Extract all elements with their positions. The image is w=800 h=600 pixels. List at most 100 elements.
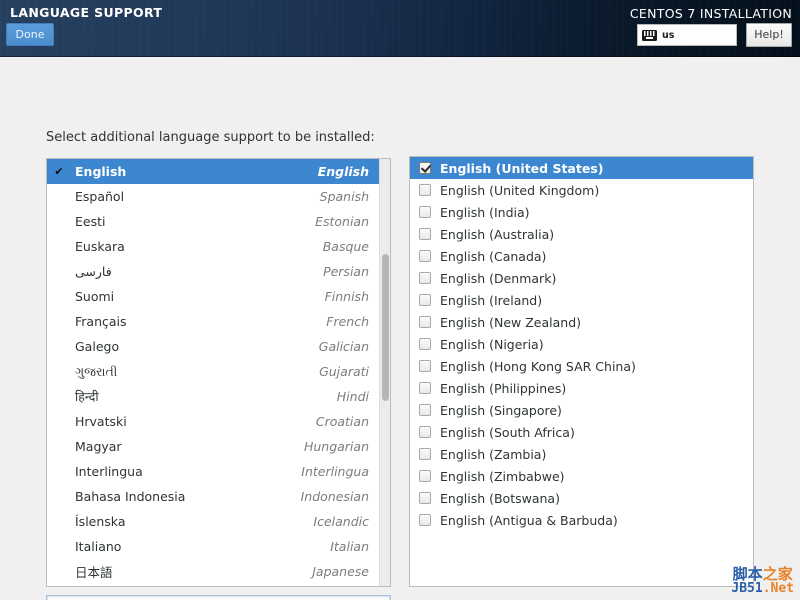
locale-label: English (Botswana) bbox=[440, 490, 560, 506]
language-native-name: Español bbox=[75, 189, 125, 204]
locale-label: English (South Africa) bbox=[440, 424, 575, 440]
language-english-name: Italian bbox=[330, 539, 369, 554]
language-row[interactable]: EspañolSpanish❯ bbox=[47, 184, 390, 209]
locale-checkbox[interactable] bbox=[419, 316, 431, 328]
locale-list[interactable]: English (United States) English (United K… bbox=[410, 157, 753, 531]
language-english-name: English bbox=[317, 164, 369, 179]
locale-checkbox[interactable] bbox=[419, 272, 431, 284]
done-button[interactable]: Done bbox=[6, 23, 54, 46]
locale-row[interactable]: English (United States) bbox=[410, 157, 753, 179]
locale-checkbox[interactable] bbox=[419, 250, 431, 262]
locale-row[interactable]: English (United Kingdom) bbox=[410, 179, 753, 201]
watermark-domain-name: JB51 bbox=[731, 580, 763, 596]
locale-checkbox[interactable] bbox=[419, 338, 431, 350]
locale-row[interactable]: English (Zimbabwe) bbox=[410, 465, 753, 487]
locale-row[interactable]: English (India) bbox=[410, 201, 753, 223]
locale-label: English (Zimbabwe) bbox=[440, 468, 565, 484]
language-row[interactable]: 日本語Japanese❯ bbox=[47, 559, 390, 584]
language-native-name: Magyar bbox=[75, 439, 122, 454]
locale-label: English (India) bbox=[440, 204, 530, 220]
language-list[interactable]: ✔EnglishEnglish❯EspañolSpanish❯EestiEsto… bbox=[47, 159, 390, 584]
language-row[interactable]: HrvatskiCroatian❯ bbox=[47, 409, 390, 434]
language-native-name: ગુજરાતી bbox=[75, 363, 118, 379]
language-list-scrollbar[interactable] bbox=[379, 159, 390, 586]
language-native-name: Bahasa Indonesia bbox=[75, 489, 186, 504]
language-native-name: 日本語 bbox=[75, 565, 113, 580]
locale-checkbox[interactable] bbox=[419, 426, 431, 438]
locale-checkbox[interactable] bbox=[419, 294, 431, 306]
locale-label: English (Zambia) bbox=[440, 446, 547, 462]
locale-row[interactable]: English (Zambia) bbox=[410, 443, 753, 465]
locale-checkbox[interactable] bbox=[419, 470, 431, 482]
locale-checkbox[interactable] bbox=[419, 206, 431, 218]
language-row[interactable]: InterlinguaInterlingua❯ bbox=[47, 459, 390, 484]
language-row[interactable]: ગુજરાતીGujarati❯ bbox=[47, 359, 390, 384]
locale-row[interactable]: English (Hong Kong SAR China) bbox=[410, 355, 753, 377]
locale-label: English (Ireland) bbox=[440, 292, 543, 308]
language-native-name: English bbox=[75, 164, 127, 179]
keyboard-layout-indicator[interactable]: us bbox=[637, 24, 737, 46]
scrollbar-thumb[interactable] bbox=[382, 254, 389, 401]
locale-label: English (Nigeria) bbox=[440, 336, 544, 352]
locale-row[interactable]: English (Philippines) bbox=[410, 377, 753, 399]
language-native-name: हिन्दी bbox=[75, 389, 99, 404]
locale-checkbox[interactable] bbox=[419, 184, 431, 196]
locale-checkbox[interactable] bbox=[419, 228, 431, 240]
watermark-domain-tld: .Net bbox=[762, 580, 794, 596]
locale-label: English (Canada) bbox=[440, 248, 547, 264]
page-title: LANGUAGE SUPPORT bbox=[10, 5, 163, 20]
language-row[interactable]: فارسیPersian❯ bbox=[47, 259, 390, 284]
locale-row[interactable]: English (New Zealand) bbox=[410, 311, 753, 333]
locale-row[interactable]: English (South Africa) bbox=[410, 421, 753, 443]
locale-label: English (Hong Kong SAR China) bbox=[440, 358, 636, 374]
main-content: Select additional language support to be… bbox=[0, 57, 800, 600]
language-native-name: Galego bbox=[75, 339, 120, 354]
locale-label: English (Singapore) bbox=[440, 402, 562, 418]
language-native-name: Italiano bbox=[75, 539, 122, 554]
language-row[interactable]: EuskaraBasque❯ bbox=[47, 234, 390, 259]
language-english-name: Indonesian bbox=[300, 489, 369, 504]
language-english-name: Gujarati bbox=[319, 364, 369, 379]
language-row[interactable]: ÍslenskaIcelandic❯ bbox=[47, 509, 390, 534]
locale-label: English (United Kingdom) bbox=[440, 182, 600, 198]
locale-row[interactable]: English (Canada) bbox=[410, 245, 753, 267]
language-native-name: Suomi bbox=[75, 289, 115, 304]
language-row[interactable]: MagyarHungarian❯ bbox=[47, 434, 390, 459]
language-row[interactable]: हिन्दीHindi❯ bbox=[47, 384, 390, 409]
locale-row[interactable]: English (Denmark) bbox=[410, 267, 753, 289]
language-english-name: Hindi bbox=[336, 389, 369, 404]
locale-checkbox[interactable] bbox=[419, 162, 431, 174]
language-row[interactable]: GalegoGalician❯ bbox=[47, 334, 390, 359]
locale-row[interactable]: English (Australia) bbox=[410, 223, 753, 245]
language-row[interactable]: Bahasa IndonesiaIndonesian❯ bbox=[47, 484, 390, 509]
locale-row[interactable]: English (Nigeria) bbox=[410, 333, 753, 355]
locale-checkbox[interactable] bbox=[419, 404, 431, 416]
search-input[interactable] bbox=[47, 596, 367, 600]
language-english-name: Galician bbox=[318, 339, 369, 354]
locale-label: English (Antigua & Barbuda) bbox=[440, 512, 618, 528]
keyboard-icon bbox=[642, 29, 657, 41]
language-list-panel: ✔EnglishEnglish❯EspañolSpanish❯EestiEsto… bbox=[46, 158, 391, 587]
language-row[interactable]: SuomiFinnish❯ bbox=[47, 284, 390, 309]
language-row[interactable]: EestiEstonian❯ bbox=[47, 209, 390, 234]
language-search-box[interactable] bbox=[46, 595, 391, 600]
language-row[interactable]: FrançaisFrench❯ bbox=[47, 309, 390, 334]
language-row[interactable]: ItalianoItalian❯ bbox=[47, 534, 390, 559]
language-native-name: فارسی bbox=[75, 264, 112, 279]
watermark: 脚本之家 JB51.Net bbox=[731, 566, 794, 596]
installation-label: CENTOS 7 INSTALLATION bbox=[629, 6, 792, 21]
locale-row[interactable]: English (Ireland) bbox=[410, 289, 753, 311]
locale-checkbox[interactable] bbox=[419, 448, 431, 460]
locale-checkbox[interactable] bbox=[419, 492, 431, 504]
locale-checkbox[interactable] bbox=[419, 360, 431, 372]
language-row[interactable]: ✔EnglishEnglish❯ bbox=[47, 159, 390, 184]
locale-checkbox[interactable] bbox=[419, 514, 431, 526]
language-native-name: Euskara bbox=[75, 239, 125, 254]
locale-row[interactable]: English (Antigua & Barbuda) bbox=[410, 509, 753, 531]
locale-row[interactable]: English (Botswana) bbox=[410, 487, 753, 509]
language-native-name: Français bbox=[75, 314, 127, 329]
locale-row[interactable]: English (Singapore) bbox=[410, 399, 753, 421]
locale-checkbox[interactable] bbox=[419, 382, 431, 394]
help-button[interactable]: Help! bbox=[746, 23, 792, 47]
installer-header: LANGUAGE SUPPORT Done CENTOS 7 INSTALLAT… bbox=[0, 0, 800, 57]
